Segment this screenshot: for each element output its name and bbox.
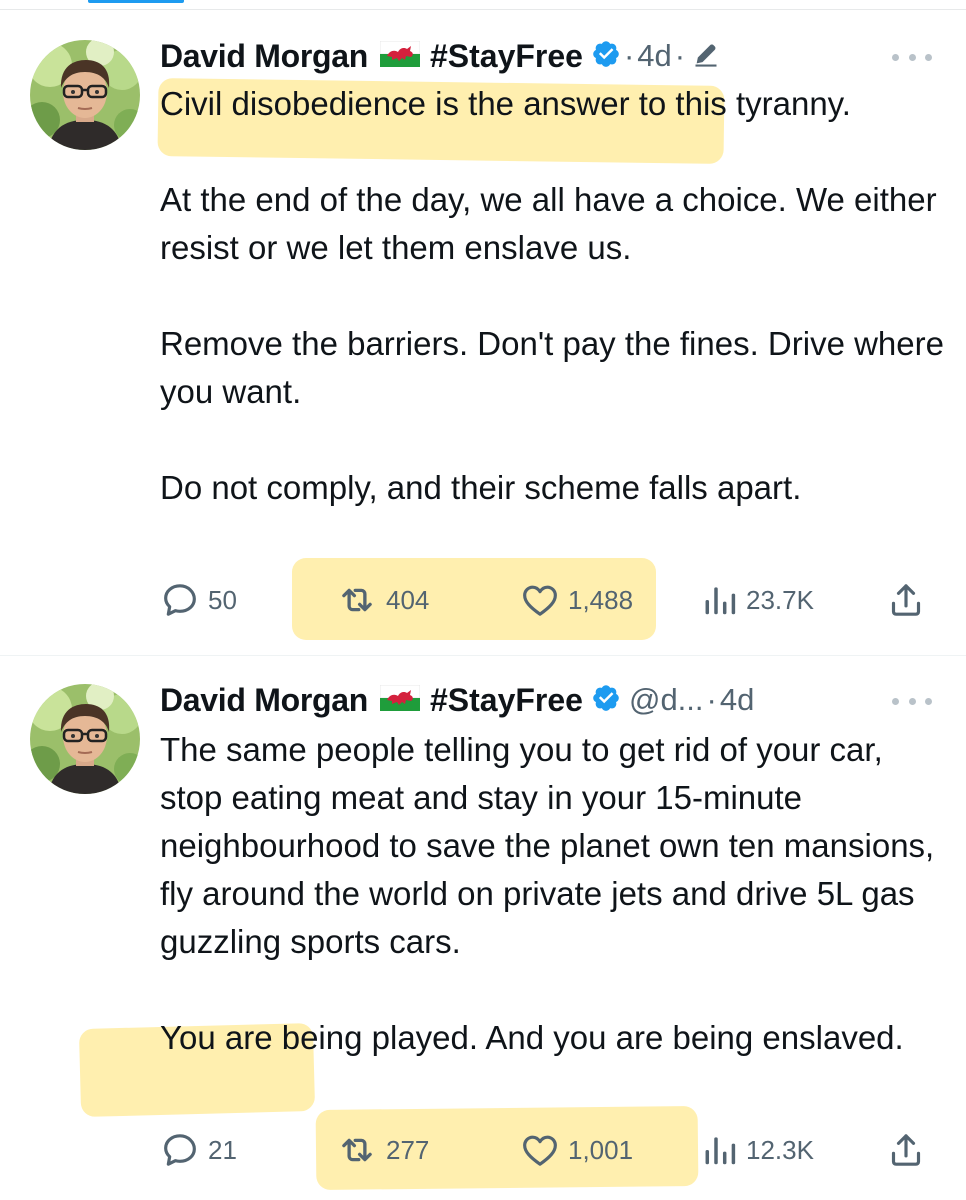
dot — [908, 53, 916, 61]
share-icon — [886, 580, 926, 620]
reply-button[interactable]: 21 — [160, 1128, 237, 1172]
repost-button[interactable]: 277 — [336, 1128, 429, 1172]
views-button[interactable]: 23.7K — [700, 578, 814, 622]
separator-dot: · — [623, 38, 635, 73]
tweet-paragraph: Remove the barriers. Don't pay the fines… — [160, 325, 944, 410]
tweet-1[interactable]: David Morgan #StayFree · 4d · Civil diso… — [0, 0, 966, 655]
wales-flag-icon — [380, 41, 420, 72]
tweet-2[interactable]: David Morgan #StayFree @d... · 4d The sa… — [0, 656, 966, 1200]
author-name[interactable]: David Morgan — [160, 682, 368, 719]
like-button[interactable]: 1,488 — [520, 578, 633, 622]
tweet-paragraph: You are being played. And you are being … — [160, 1019, 904, 1056]
author-hashtag[interactable]: #StayFree — [430, 38, 583, 75]
avatar[interactable] — [30, 40, 140, 150]
reply-count: 21 — [208, 1134, 237, 1165]
reply-button[interactable]: 50 — [160, 578, 237, 622]
author-handle[interactable]: @d... — [629, 682, 704, 718]
verified-badge-icon[interactable] — [591, 39, 621, 74]
dot — [908, 697, 916, 705]
avatar[interactable] — [30, 684, 140, 794]
dot — [925, 53, 932, 61]
author-name[interactable]: David Morgan — [160, 38, 368, 75]
dot — [892, 53, 899, 61]
views-icon — [700, 1131, 738, 1169]
heart-icon — [520, 580, 560, 620]
reply-icon — [160, 580, 200, 620]
separator-dot: · — [674, 38, 686, 73]
more-options-button[interactable] — [892, 691, 932, 711]
verified-badge-icon[interactable] — [591, 683, 621, 718]
avatar-image — [30, 40, 140, 150]
tweet-header: David Morgan #StayFree · 4d · — [160, 35, 720, 77]
tweet-text: Civil disobedience is the answer to this… — [160, 80, 950, 512]
share-button[interactable] — [886, 578, 934, 622]
reply-icon — [160, 1130, 200, 1170]
more-options-button[interactable] — [892, 47, 932, 67]
view-count: 23.7K — [746, 584, 814, 615]
views-icon — [700, 581, 738, 619]
repost-count: 404 — [386, 584, 430, 615]
tweet-paragraph: Do not comply, and their scheme falls ap… — [160, 469, 802, 506]
separator-dot: · — [706, 682, 717, 717]
dot — [925, 697, 932, 705]
author-hashtag[interactable]: #StayFree — [430, 682, 583, 719]
tweet-header: David Morgan #StayFree @d... · 4d — [160, 679, 754, 721]
like-button[interactable]: 1,001 — [520, 1128, 633, 1172]
avatar-image — [30, 684, 140, 794]
repost-icon — [336, 579, 378, 621]
share-button[interactable] — [886, 1128, 934, 1172]
wales-flag-icon — [380, 685, 420, 716]
views-button[interactable]: 12.3K — [700, 1128, 814, 1172]
share-icon — [886, 1130, 926, 1170]
post-time[interactable]: 4d — [637, 38, 671, 74]
tweet-paragraph: Civil disobedience is the answer to this… — [160, 85, 851, 122]
tweet-actions: 21 277 1,001 12.3K — [160, 1128, 940, 1172]
repost-count: 277 — [386, 1134, 430, 1165]
view-count: 12.3K — [746, 1134, 814, 1165]
pencil-icon[interactable] — [692, 40, 720, 73]
tweet-paragraph: The same people telling you to get rid o… — [160, 731, 935, 960]
dot — [892, 697, 899, 705]
reply-count: 50 — [208, 584, 237, 615]
post-time[interactable]: 4d — [720, 682, 754, 718]
like-count: 1,488 — [568, 584, 634, 615]
tweet-actions: 50 404 1,488 23.7K — [160, 578, 940, 622]
heart-icon — [520, 1130, 560, 1170]
repost-icon — [336, 1129, 378, 1171]
repost-button[interactable]: 404 — [336, 578, 429, 622]
tweet-text: The same people telling you to get rid o… — [160, 726, 950, 1062]
tweet-paragraph: At the end of the day, we all have a cho… — [160, 181, 937, 266]
like-count: 1,001 — [568, 1134, 634, 1165]
